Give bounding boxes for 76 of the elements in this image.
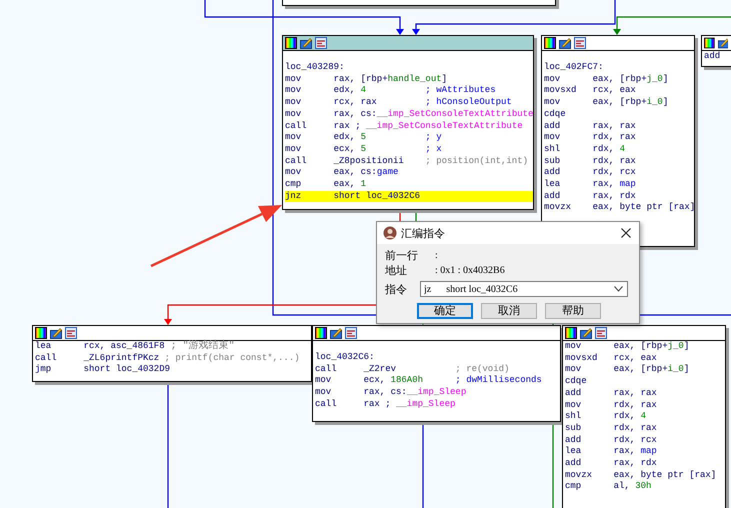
code-line: mov rcx, rax ; hConsoleOutput [285, 97, 512, 109]
code-line: jmp short loc_4032D9 [35, 364, 170, 376]
dialog-button[interactable]: 帮助 [545, 303, 601, 319]
pencil-icon[interactable] [50, 327, 62, 339]
code-line: movsxd rcx, eax [565, 352, 657, 364]
code-line: mov ecx, 186A0h ; dwMilliseconds [315, 375, 542, 388]
graph-icon[interactable] [574, 37, 586, 49]
code-line: movzx eax, byte ptr [rax] [544, 202, 694, 214]
code-line: call _Z8positionii ; position(int,int) [285, 156, 528, 168]
code-line: add rax, rdx [565, 458, 657, 470]
code-line: shl rdx, 4 [544, 144, 626, 156]
code-line: add rax, rdx [544, 190, 636, 202]
code-line: mov rax, [rbp+handle_out] [285, 74, 448, 86]
code-label: loc_402FC7: [544, 62, 604, 74]
code-line: add rdx, rcx [565, 434, 657, 446]
code-line: add rax, rax [544, 120, 636, 132]
graph-icon[interactable] [345, 327, 357, 339]
graph-icon[interactable] [65, 327, 77, 339]
code-line: mov edx, 5 ; y [285, 132, 442, 144]
palette-icon[interactable] [565, 327, 577, 339]
code-line: add rax, rax [565, 388, 657, 400]
field-label: 地址 [385, 263, 408, 278]
code-line: mov rdx, rax [565, 400, 657, 412]
code-line: sub rdx, rax [544, 156, 636, 168]
code-line: call _ZL6printfPKcz ; printf(char const*,...) [35, 352, 300, 364]
code-line: call rax ; __imp_SetConsoleTextAttribute [285, 120, 523, 132]
field-value: : [435, 250, 438, 261]
pencil-icon[interactable] [718, 37, 728, 49]
palette-icon[interactable] [315, 327, 327, 339]
pencil-icon[interactable] [580, 327, 592, 339]
code-line: mov eax, [rbp+j_0] [565, 341, 690, 353]
code-line: mov eax, [rbp+i_0] [565, 364, 690, 376]
palette-icon[interactable] [704, 37, 715, 49]
palette-icon[interactable] [35, 327, 47, 339]
chevron-down-icon[interactable] [614, 286, 623, 292]
dialog-button[interactable]: 取消 [481, 303, 537, 319]
code-label: loc_4032C6: [315, 352, 374, 364]
code-line: add [704, 51, 722, 63]
code-line: mov rdx, rax [544, 132, 636, 144]
code-line: cdqe [565, 376, 588, 388]
field-label: 前一行 [385, 248, 419, 263]
code-line: cmp eax, 1 [285, 179, 366, 191]
code-line: mov eax, [rbp+j_0] [544, 74, 668, 86]
code-line: mov eax, [rbp+i_0] [544, 97, 668, 109]
code-line: mov edx, 4 ; wAttributes [285, 85, 496, 98]
palette-icon[interactable] [285, 37, 297, 49]
code-line: cmp al, 30h [565, 481, 652, 494]
graph-icon[interactable] [595, 327, 607, 339]
avatar-icon [383, 226, 397, 240]
graph-icon[interactable] [315, 37, 327, 49]
field-value: : 0x1 : 0x4032B6 [435, 265, 505, 276]
close-icon[interactable] [621, 228, 631, 238]
pencil-icon[interactable] [559, 37, 571, 49]
code-line: call _Z2rev ; re(void) [315, 364, 510, 376]
instruction-dropdown[interactable]: jz short loc_4032C6 [420, 281, 628, 297]
code-line: movsxd rcx, eax [544, 85, 636, 98]
dialog-title: 汇编指令 [401, 226, 446, 240]
code-line: movzx eax, byte ptr [rax] [565, 470, 716, 482]
code-line: mov ecx, 5 ; x [285, 144, 442, 156]
code-line: shl rdx, 4 [565, 411, 646, 423]
field-label: 指令 [385, 282, 408, 296]
code-line: sub rdx, rax [565, 422, 657, 435]
code-line: mov rax, cs:__imp_SetConsoleTextAttribute [285, 108, 533, 121]
code-line: cdqe [544, 108, 567, 121]
code-line: lea rax, map [565, 446, 657, 458]
code-line: lea rcx, asc_4861F8 ; "游戏结束" [35, 341, 235, 353]
dialog-button[interactable]: 确定 [417, 303, 473, 319]
code-line: add rdx, rcx [544, 167, 636, 180]
code-line: mov eax, cs:game [285, 167, 398, 180]
pencil-icon[interactable] [330, 327, 342, 339]
code-line: lea rax, map [544, 179, 636, 191]
palette-icon[interactable] [544, 37, 556, 49]
pencil-icon[interactable] [300, 37, 312, 49]
code-line: mov rax, cs:__imp_Sleep [315, 387, 466, 399]
code-label: loc_403289: [285, 62, 344, 74]
code-line: call rax ; __imp_Sleep [315, 398, 456, 411]
